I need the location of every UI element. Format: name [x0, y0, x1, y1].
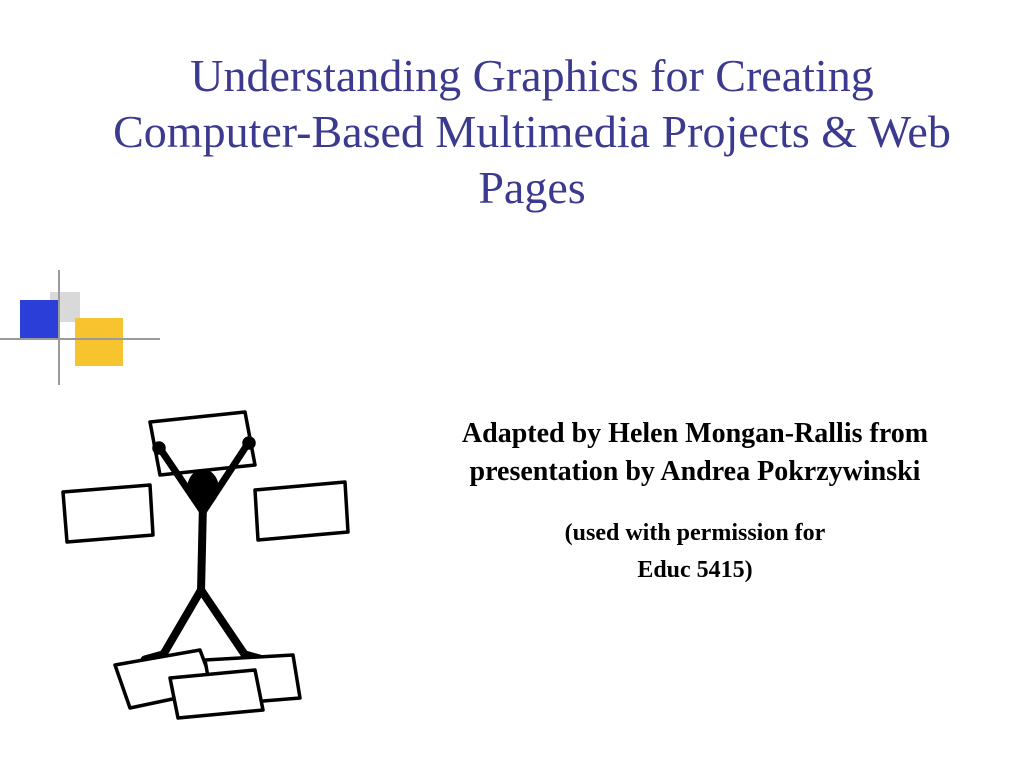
horizontal-rule [0, 338, 160, 340]
permission-line1: (used with permission for [565, 520, 826, 546]
vertical-rule [58, 270, 60, 385]
blue-square [20, 300, 58, 338]
yellow-square [75, 318, 123, 366]
slide-title: Understanding Graphics for Creating Comp… [100, 48, 964, 216]
credit-text: Adapted by Helen Mongan-Rallis from pres… [455, 415, 935, 491]
body-text-block: Adapted by Helen Mongan-Rallis from pres… [455, 415, 935, 589]
permission-text: (used with permission for Educ 5415) [455, 515, 935, 589]
decorative-squares [0, 270, 170, 390]
permission-line2: Educ 5415) [637, 557, 752, 583]
stick-figure-papers-icon [55, 410, 375, 720]
